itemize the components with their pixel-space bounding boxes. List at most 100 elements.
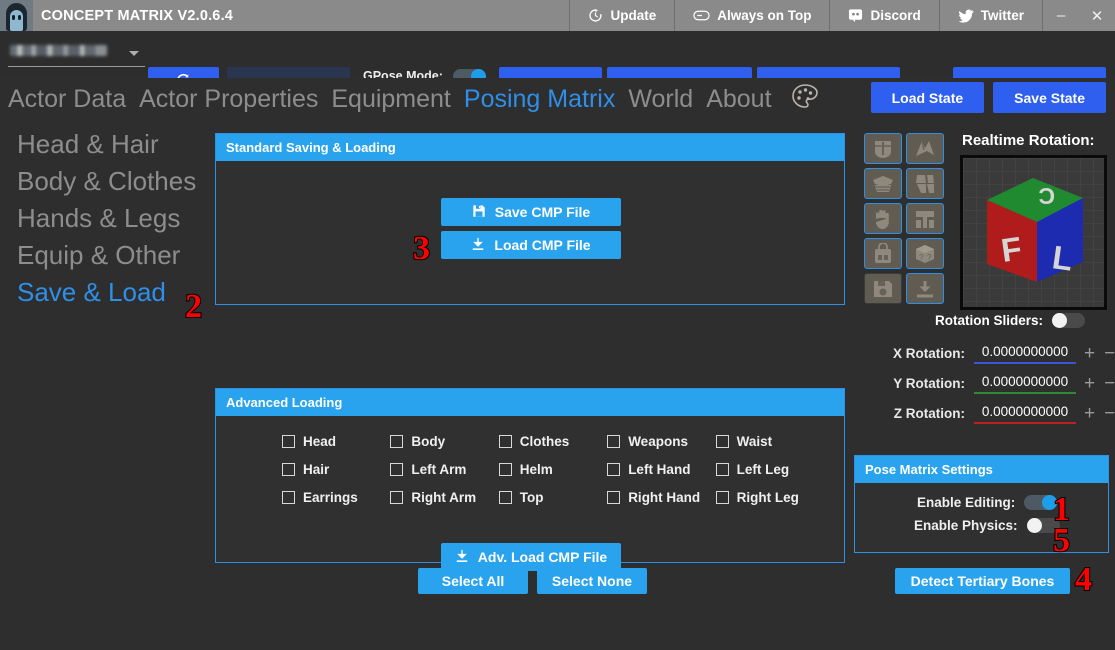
equipment-icon-grid: ??	[864, 133, 944, 304]
svg-text:C: C	[1038, 183, 1055, 209]
checkbox-left-hand[interactable]: Left Hand	[607, 462, 715, 477]
checkbox-box[interactable]	[498, 435, 512, 448]
x-rotation-minus[interactable]: −	[1104, 344, 1115, 363]
save-cmp-file-label: Save CMP File	[494, 204, 591, 220]
x-rotation-steppers: + −	[1084, 344, 1115, 363]
checkbox-box[interactable]	[607, 491, 621, 504]
checkbox-box[interactable]	[282, 463, 295, 476]
pose-matrix-settings-panel: Pose Matrix Settings Enable Editing: Ena…	[854, 455, 1109, 553]
advanced-checkbox-grid: Head Body Clothes Weapons Waist Hair Left Arm H…	[216, 416, 844, 505]
enable-physics-toggle[interactable]	[1026, 518, 1060, 533]
annotation-number-4: 4	[1074, 561, 1093, 598]
hand-icon[interactable]	[864, 203, 902, 234]
window-controls: – ✕	[1042, 0, 1115, 31]
checkbox-left-arm[interactable]: Left Arm	[390, 462, 498, 477]
z-rotation-minus[interactable]: −	[1104, 404, 1115, 423]
y-rotation-plus[interactable]: +	[1084, 374, 1095, 393]
checkbox-helm[interactable]: Helm	[498, 462, 607, 477]
checkbox-box[interactable]	[498, 491, 512, 504]
select-none-button[interactable]: Select None	[537, 568, 647, 594]
save-cmp-file-button[interactable]: Save CMP File	[441, 198, 621, 226]
checkbox-box[interactable]	[282, 435, 295, 448]
tab-world[interactable]: World	[628, 85, 693, 114]
checkbox-right-leg[interactable]: Right Leg	[715, 490, 824, 505]
orientation-cube-viewport[interactable]: C F L	[960, 155, 1107, 310]
checkbox-box[interactable]	[498, 463, 512, 476]
sidebar-item-head-hair[interactable]: Head & Hair	[0, 126, 210, 163]
select-all-button[interactable]: Select All	[418, 568, 528, 594]
tab-posing-matrix[interactable]: Posing Matrix	[464, 85, 615, 114]
y-rotation-input[interactable]: 0.0000000000	[974, 374, 1076, 394]
adv-load-cmp-file-button[interactable]: Adv. Load CMP File	[441, 543, 621, 571]
state-buttons: Load State Save State	[870, 82, 1106, 113]
checkbox-earrings[interactable]: Earrings	[282, 490, 390, 505]
rotation-sliders-toggle[interactable]	[1052, 313, 1086, 328]
y-rotation-minus[interactable]: −	[1104, 374, 1115, 393]
z-rotation-input[interactable]: 0.0000000000	[974, 404, 1076, 424]
tab-equipment[interactable]: Equipment	[331, 85, 451, 114]
x-rotation-label: X Rotation:	[893, 346, 965, 361]
checkbox-clothes[interactable]: Clothes	[498, 434, 607, 449]
checkbox-hair[interactable]: Hair	[282, 462, 390, 477]
sidebar-item-save-load[interactable]: Save & Load	[0, 274, 210, 311]
sidebar-item-equip-other[interactable]: Equip & Other	[0, 237, 210, 274]
pose-settings-body: Enable Editing: Enable Physics:	[855, 483, 1108, 533]
save-state-button[interactable]: Save State	[993, 82, 1106, 113]
minimize-button[interactable]: –	[1043, 0, 1079, 31]
checkbox-weapons[interactable]: Weapons	[607, 434, 715, 449]
checkbox-box[interactable]	[715, 435, 729, 448]
checkbox-label: Hair	[303, 462, 330, 477]
sidebar-item-body-clothes[interactable]: Body & Clothes	[0, 163, 210, 200]
checkbox-left-leg[interactable]: Left Leg	[715, 462, 824, 477]
realtime-rotation-label: Realtime Rotation:	[962, 132, 1095, 149]
checkbox-right-arm[interactable]: Right Arm	[390, 490, 498, 505]
body-armor-icon[interactable]	[864, 168, 902, 199]
helm-icon[interactable]	[864, 133, 902, 164]
enable-editing-toggle[interactable]	[1024, 495, 1058, 510]
checkbox-box[interactable]	[390, 491, 404, 504]
checkbox-box[interactable]	[390, 463, 404, 476]
load-download-icon[interactable]	[906, 273, 944, 304]
misc-box-icon[interactable]: ??	[906, 238, 944, 269]
save-floppy-icon[interactable]	[864, 273, 902, 304]
actor-select-dropdown[interactable]	[8, 42, 145, 67]
checkbox-box[interactable]	[282, 491, 295, 504]
tab-actor-data[interactable]: Actor Data	[8, 85, 126, 114]
always-on-top-button[interactable]: Always on Top	[674, 0, 829, 31]
load-state-button[interactable]: Load State	[870, 82, 985, 113]
x-rotation-plus[interactable]: +	[1084, 344, 1095, 363]
bag-icon[interactable]	[864, 238, 902, 269]
x-rotation-input[interactable]: 0.0000000000	[974, 344, 1076, 364]
titlebar-spacer	[247, 0, 569, 31]
checkbox-label: Right Hand	[628, 490, 701, 505]
checkbox-head[interactable]: Head	[282, 434, 390, 449]
enable-physics-row: Enable Physics:	[855, 510, 1108, 533]
twitter-button[interactable]: Twitter	[938, 0, 1042, 31]
checkbox-box[interactable]	[390, 435, 404, 448]
z-rotation-plus[interactable]: +	[1084, 404, 1095, 423]
clothes-icon[interactable]	[906, 168, 944, 199]
checkbox-body[interactable]: Body	[390, 434, 498, 449]
checkbox-box[interactable]	[607, 463, 621, 476]
svg-text:?: ?	[927, 253, 932, 262]
checkbox-box[interactable]	[715, 491, 729, 504]
discord-button[interactable]: Discord	[829, 0, 938, 31]
detect-tertiary-bones-button[interactable]: Detect Tertiary Bones	[895, 568, 1070, 594]
checkbox-right-hand[interactable]: Right Hand	[607, 490, 715, 505]
hair-icon[interactable]	[906, 133, 944, 164]
tab-about[interactable]: About	[706, 85, 771, 114]
checkbox-waist[interactable]: Waist	[715, 434, 824, 449]
legs-icon[interactable]	[906, 203, 944, 234]
enable-editing-row: Enable Editing:	[855, 483, 1108, 510]
tab-actor-properties[interactable]: Actor Properties	[139, 85, 318, 114]
checkbox-label: Waist	[736, 434, 773, 449]
color-palette-icon[interactable]	[789, 81, 821, 118]
checkbox-label: Top	[519, 490, 544, 505]
sidebar-item-hands-legs[interactable]: Hands & Legs	[0, 200, 210, 237]
checkbox-top[interactable]: Top	[498, 490, 607, 505]
update-button[interactable]: Update	[569, 0, 674, 31]
load-cmp-file-button[interactable]: Load CMP File	[441, 231, 621, 259]
close-button[interactable]: ✕	[1079, 0, 1115, 31]
checkbox-box[interactable]	[607, 435, 621, 448]
checkbox-box[interactable]	[715, 463, 729, 476]
